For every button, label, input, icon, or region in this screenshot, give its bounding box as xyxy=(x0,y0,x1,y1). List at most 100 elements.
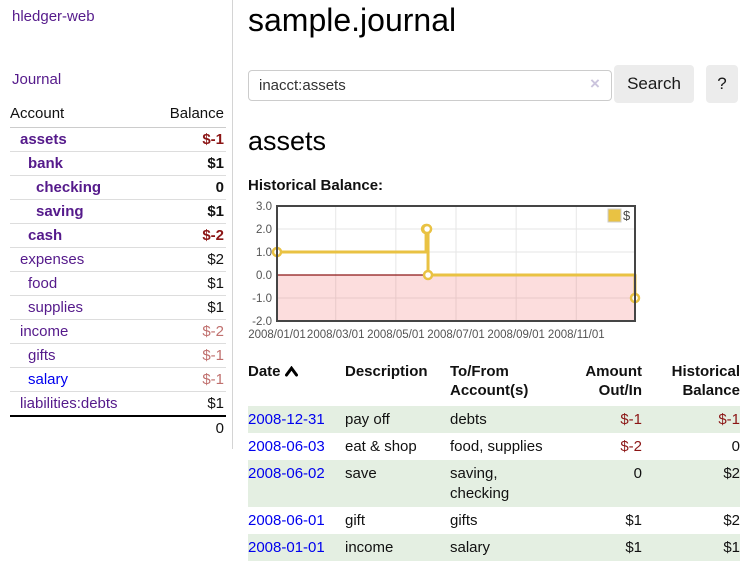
account-row: food $1 xyxy=(10,272,226,296)
transaction-date-link[interactable]: 2008-06-03 xyxy=(248,438,325,455)
y-tick-label: 0.0 xyxy=(256,270,272,282)
register-row: 2008-06-01giftgifts$1$2 xyxy=(248,507,740,534)
account-link[interactable]: saving xyxy=(36,203,84,220)
clear-search-icon[interactable]: × xyxy=(590,74,600,94)
search-input[interactable] xyxy=(248,70,612,101)
register-header-row: Date Description To/From Account(s) Amou… xyxy=(248,360,740,406)
transaction-date-link[interactable]: 2008-01-01 xyxy=(248,539,325,556)
account-heading: assets xyxy=(248,126,326,157)
register-header-description: Description xyxy=(345,360,450,406)
legend-swatch xyxy=(608,209,621,222)
register-amount-cell: $-2 xyxy=(562,433,642,460)
register-accounts-cell: debts xyxy=(450,406,562,433)
register-date-cell: 2008-06-02 xyxy=(248,460,345,507)
account-link[interactable]: income xyxy=(20,323,68,340)
historical-balance-chart: 3.02.01.00.0-1.0-2.02008/01/012008/03/01… xyxy=(240,200,642,344)
account-link[interactable]: salary xyxy=(28,371,68,388)
account-balance: $-1 xyxy=(152,128,226,152)
transaction-date-link[interactable]: 2008-06-02 xyxy=(248,465,325,482)
account-row: gifts $-1 xyxy=(10,344,226,368)
register-accounts-cell: salary xyxy=(450,534,562,561)
register-balance-cell: 0 xyxy=(642,433,740,460)
register-header-date-label: Date xyxy=(248,363,281,380)
account-name-cell: income xyxy=(10,320,152,344)
register-accounts-cell: food, supplies xyxy=(450,433,562,460)
register-header-date[interactable]: Date xyxy=(248,360,345,406)
account-row: assets $-1 xyxy=(10,128,226,152)
account-link[interactable]: bank xyxy=(28,155,63,172)
x-tick-label: 2008/05/01 xyxy=(367,329,425,341)
register-amount-cell: $1 xyxy=(562,534,642,561)
account-link[interactable]: food xyxy=(28,275,57,292)
register-table: Date Description To/From Account(s) Amou… xyxy=(248,360,740,561)
y-tick-label: 2.0 xyxy=(256,224,272,236)
account-link[interactable]: gifts xyxy=(28,347,56,364)
sidebar-divider xyxy=(232,0,233,449)
account-name-cell: saving xyxy=(10,200,152,224)
account-balance: $-2 xyxy=(152,320,226,344)
register-date-cell: 2008-06-03 xyxy=(248,433,345,460)
x-tick-label: 2008/03/01 xyxy=(307,329,365,341)
register-header-balance: Historical Balance xyxy=(642,360,740,406)
data-point-marker xyxy=(423,225,431,233)
account-name-cell: expenses xyxy=(10,248,152,272)
y-tick-label: 1.0 xyxy=(256,247,272,259)
account-row: salary$-1 xyxy=(10,368,226,392)
register-header-accounts: To/From Account(s) xyxy=(450,360,562,406)
account-balance: $1 xyxy=(152,272,226,296)
transaction-date-link[interactable]: 2008-12-31 xyxy=(248,411,325,428)
register-date-cell: 2008-12-31 xyxy=(248,406,345,433)
register-row: 2008-12-31pay offdebts$-1$-1 xyxy=(248,406,740,433)
accounts-header-account: Account xyxy=(10,102,152,128)
register-accounts-cell: saving, checking xyxy=(450,460,562,507)
register-amount-cell: $-1 xyxy=(562,406,642,433)
sort-ascending-icon xyxy=(285,363,298,382)
transaction-date-link[interactable]: 2008-06-01 xyxy=(248,512,325,529)
account-name-cell: gifts xyxy=(10,344,152,368)
register-balance-cell: $2 xyxy=(642,460,740,507)
search-help-button[interactable]: ? xyxy=(706,65,738,103)
register-date-cell: 2008-01-01 xyxy=(248,534,345,561)
register-description-cell: save xyxy=(345,460,450,507)
search-button[interactable]: Search xyxy=(614,65,694,103)
account-name-cell: assets xyxy=(10,128,152,152)
register-balance-cell: $1 xyxy=(642,534,740,561)
x-tick-label: 2008/11/01 xyxy=(548,329,605,341)
account-link[interactable]: supplies xyxy=(28,299,83,316)
account-link[interactable]: cash xyxy=(28,227,62,244)
hledger-web-app: hledger-web Journal Account Balance asse… xyxy=(0,0,742,582)
negative-region xyxy=(277,275,635,321)
account-link[interactable]: assets xyxy=(20,131,67,148)
register-header-amount: Amount Out/In xyxy=(562,360,642,406)
sidebar-item-journal[interactable]: Journal xyxy=(12,71,61,88)
register-description-cell: income xyxy=(345,534,450,561)
account-name-cell: bank xyxy=(10,152,152,176)
account-row: saving $1 xyxy=(10,200,226,224)
register-description-cell: pay off xyxy=(345,406,450,433)
register-row: 2008-06-03eat & shopfood, supplies$-20 xyxy=(248,433,740,460)
accounts-total-spacer xyxy=(10,416,152,440)
accounts-total-row: 0 xyxy=(10,416,226,440)
accounts-header-balance: Balance xyxy=(152,102,226,128)
account-row: liabilities:debts$1 xyxy=(10,392,226,417)
data-point-marker xyxy=(424,271,432,279)
accounts-table: Account Balance assets$-1bank$1checking0… xyxy=(10,102,226,440)
accounts-header-row: Account Balance xyxy=(10,102,226,128)
brand-link[interactable]: hledger-web xyxy=(12,8,95,25)
register-amount-cell: $1 xyxy=(562,507,642,534)
account-link[interactable]: liabilities:debts xyxy=(20,395,118,412)
y-tick-label: 3.0 xyxy=(256,201,272,213)
account-row: supplies $1 xyxy=(10,296,226,320)
account-name-cell: salary xyxy=(10,368,152,392)
account-link[interactable]: expenses xyxy=(20,251,84,268)
account-link[interactable]: checking xyxy=(36,179,101,196)
account-row: income $-2 xyxy=(10,320,226,344)
register-accounts-cell: gifts xyxy=(450,507,562,534)
account-balance: $1 xyxy=(152,200,226,224)
account-row: bank$1 xyxy=(10,152,226,176)
account-balance: $-1 xyxy=(152,344,226,368)
page-title: sample.journal xyxy=(248,2,456,39)
account-balance: $1 xyxy=(152,296,226,320)
register-description-cell: gift xyxy=(345,507,450,534)
register-row: 2008-06-02savesaving, checking0$2 xyxy=(248,460,740,507)
